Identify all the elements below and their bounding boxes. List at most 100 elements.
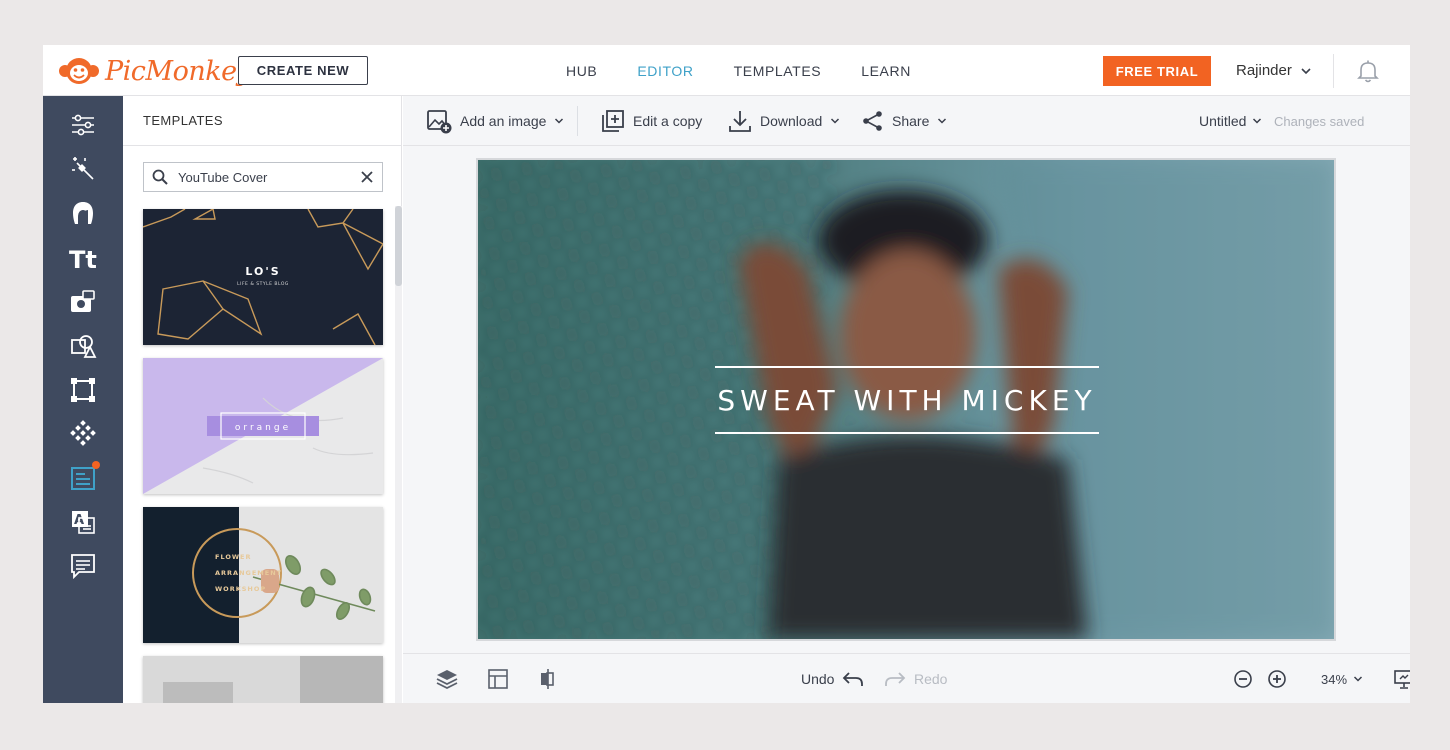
design-canvas[interactable]: SWEAT WITH MICKEY: [476, 158, 1336, 641]
download-icon: [729, 111, 751, 132]
text-icon: Tt: [69, 246, 97, 272]
notification-badge: [92, 461, 100, 469]
chevron-down-icon: [555, 118, 564, 124]
header-divider: [1333, 54, 1334, 88]
svg-text:Tt: Tt: [69, 246, 97, 272]
document-name-menu[interactable]: Untitled: [1199, 96, 1262, 146]
chevron-down-icon: [1354, 676, 1363, 682]
download-button[interactable]: Download: [728, 96, 840, 146]
chevron-down-icon: [1301, 67, 1311, 74]
canvas-bottom-bar: Undo Redo 34%: [403, 653, 1410, 703]
lavender-marble-pattern: orrange: [143, 358, 383, 494]
grid-icon[interactable]: [486, 667, 510, 691]
canvas-workspace: SWEAT WITH MICKEY: [403, 146, 1410, 653]
presentation-icon[interactable]: [1393, 668, 1410, 690]
share-label: Share: [892, 113, 930, 129]
templates-panel: TEMPLATES YouTube Cover LO'S LIFE & STYL…: [123, 96, 402, 703]
tool-rail: Tt A: [43, 96, 123, 703]
redo-button[interactable]: Redo: [884, 654, 947, 703]
add-image-label: Add an image: [460, 113, 547, 129]
frames-icon: [71, 378, 95, 402]
picmonkey-logo[interactable]: PicMonkey: [57, 53, 252, 89]
nav-templates[interactable]: TEMPLATES: [734, 63, 822, 79]
add-photo-icon: [71, 290, 95, 312]
copy-icon: [602, 110, 624, 132]
nav-learn[interactable]: LEARN: [861, 63, 911, 79]
free-trial-button[interactable]: FREE TRIAL: [1103, 56, 1211, 86]
search-input[interactable]: [178, 169, 348, 185]
graphics-shapes-icon: [71, 335, 97, 358]
search-icon: [152, 169, 168, 185]
rail-templates[interactable]: [67, 461, 100, 494]
zoom-value: 34%: [1321, 671, 1348, 687]
panel-divider: [123, 145, 402, 146]
edit-copy-label: Edit a copy: [633, 113, 703, 129]
redo-icon: [885, 672, 906, 686]
nav-hub[interactable]: HUB: [566, 63, 597, 79]
rail-text[interactable]: Tt: [67, 242, 99, 274]
create-new-button[interactable]: CREATE NEW: [238, 56, 368, 85]
logo-text: PicMonkey: [105, 55, 252, 87]
rail-touch-up[interactable]: [67, 197, 99, 229]
add-image-icon: [427, 110, 452, 134]
thumbnail-line: WORKSHOP: [215, 585, 266, 593]
close-icon[interactable]: [360, 170, 374, 184]
chevron-down-icon: [831, 118, 840, 124]
rail-frames[interactable]: [67, 374, 99, 406]
layers-icon[interactable]: [435, 667, 459, 691]
chevron-down-icon: [1253, 118, 1262, 124]
thumbnail-line: FLOWER: [215, 553, 252, 561]
magic-wand-icon: [72, 157, 94, 180]
template-thumbnail[interactable]: LO'S LIFE & STYLE BLOG: [143, 209, 383, 345]
thumbnail-title: orrange: [235, 423, 291, 433]
app-window: PicMonkey CREATE NEW HUB EDITOR TEMPLATE…: [43, 45, 1410, 703]
undo-button[interactable]: Undo: [801, 654, 864, 703]
toolbar-divider: [577, 106, 578, 136]
panel-title: TEMPLATES: [143, 113, 223, 128]
undo-icon: [843, 672, 864, 686]
save-status: Changes saved: [1274, 113, 1365, 129]
share-button[interactable]: Share: [862, 96, 947, 146]
rail-themes[interactable]: A: [67, 506, 99, 538]
nav-editor[interactable]: EDITOR: [637, 63, 693, 79]
panel-scrollbar-thumb[interactable]: [395, 206, 402, 286]
rail-add-photo[interactable]: [67, 286, 99, 318]
user-name: Rajinder: [1236, 62, 1292, 79]
grey-interior-pattern: [143, 656, 383, 703]
adjustments-icon: [72, 114, 94, 136]
zoom-in-icon[interactable]: [1267, 669, 1287, 689]
user-menu[interactable]: Rajinder: [1236, 45, 1312, 96]
template-thumbnail[interactable]: [143, 656, 383, 703]
chevron-down-icon: [938, 118, 947, 124]
title-rule-bottom: [715, 432, 1099, 434]
touch-up-face-icon: [73, 202, 93, 224]
textures-icon: [70, 420, 96, 446]
undo-label: Undo: [801, 671, 835, 687]
rail-graphics[interactable]: [67, 330, 99, 362]
geometric-gold-pattern: LO'S LIFE & STYLE BLOG: [143, 209, 383, 345]
comments-icon: [71, 554, 95, 580]
template-thumbnail[interactable]: orrange: [143, 358, 383, 494]
rail-effects[interactable]: [67, 153, 99, 185]
rail-comments[interactable]: [67, 550, 99, 582]
thumbnail-title: LO'S: [245, 265, 280, 278]
align-icon[interactable]: [536, 667, 560, 691]
rail-textures[interactable]: [67, 418, 99, 450]
template-thumbnail[interactable]: FLOWER ARRANGEMENT WORKSHOP: [143, 507, 383, 643]
themes-icon: A: [72, 511, 95, 534]
edit-copy-button[interactable]: Edit a copy: [601, 96, 702, 146]
canvas-title-text[interactable]: SWEAT WITH MICKEY: [715, 367, 1099, 434]
floral-workshop-pattern: FLOWER ARRANGEMENT WORKSHOP: [143, 507, 383, 643]
thumbnail-subtitle: LIFE & STYLE BLOG: [237, 281, 289, 287]
rail-adjustments[interactable]: [67, 109, 99, 141]
thumbnail-line: ARRANGEMENT: [215, 569, 282, 577]
redo-label: Redo: [914, 671, 948, 687]
share-icon: [863, 111, 882, 131]
add-image-button[interactable]: Add an image: [426, 96, 564, 146]
zoom-select[interactable]: 34%: [1321, 654, 1363, 703]
top-header: PicMonkey CREATE NEW HUB EDITOR TEMPLATE…: [43, 45, 1410, 96]
main-nav: HUB EDITOR TEMPLATES LEARN: [566, 45, 951, 96]
editor-toolbar: Add an image Edit a copy Download Share …: [403, 96, 1410, 146]
zoom-out-icon[interactable]: [1233, 669, 1253, 689]
bell-icon[interactable]: [1355, 58, 1381, 84]
